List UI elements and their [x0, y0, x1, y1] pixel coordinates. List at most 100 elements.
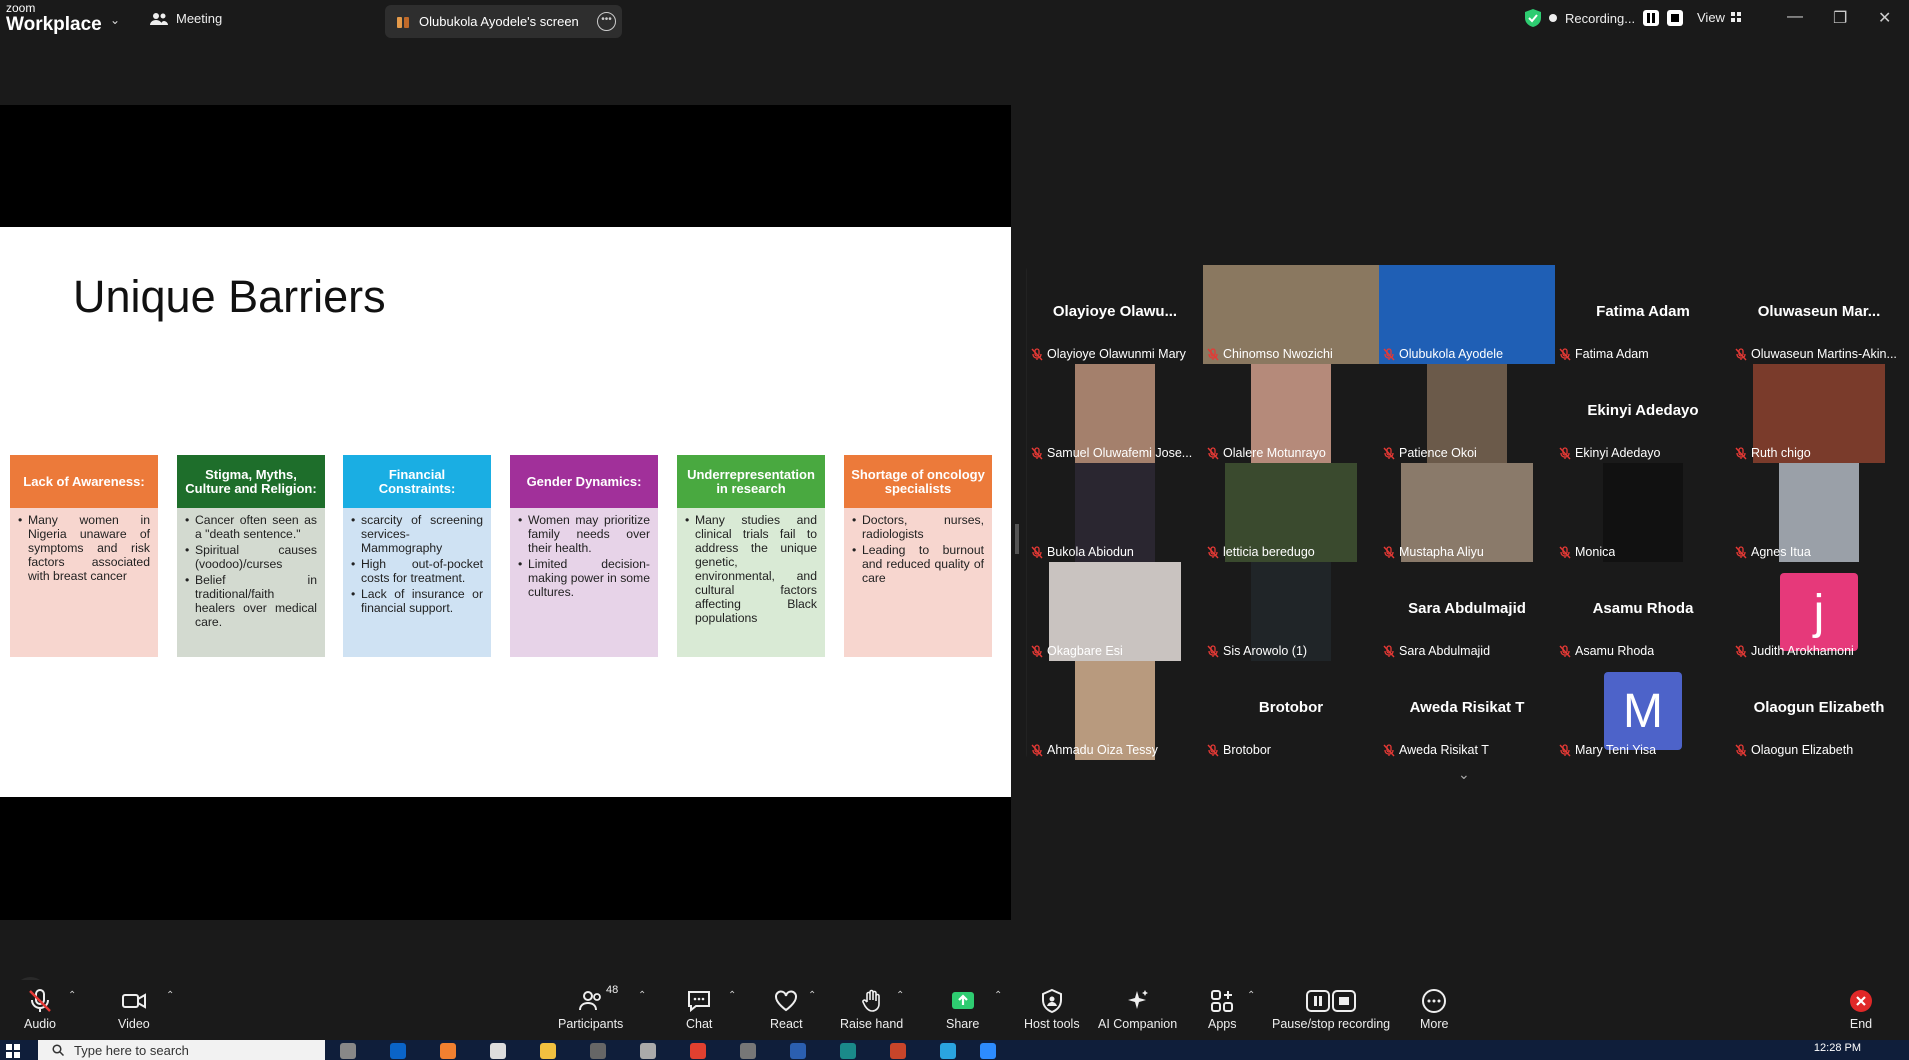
participant-name: Oluwaseun Martins-Akin...	[1751, 347, 1897, 361]
outlook-icon[interactable]	[390, 1043, 406, 1059]
participant-display-name: Brotobor	[1258, 699, 1324, 716]
participant-name-tag: Olaogun Elizabeth	[1735, 743, 1853, 757]
participant-tile[interactable]: Sis Arowolo (1)	[1203, 562, 1379, 661]
zoom-icon[interactable]	[980, 1043, 996, 1059]
microphone-muted-icon	[1207, 446, 1219, 459]
zoom-logo[interactable]: zoom Workplace	[6, 2, 102, 34]
windows-start-icon[interactable]	[6, 1044, 20, 1058]
pause-stop-recording-button[interactable]: Pause/stop recording	[1272, 988, 1390, 1031]
participant-name-tag: Olubukola Ayodele	[1383, 347, 1503, 361]
meeting-label: Meeting	[176, 11, 223, 26]
close-icon[interactable]: ✕	[1878, 8, 1891, 28]
app-icon[interactable]	[840, 1043, 856, 1059]
apps-caret-icon[interactable]: ⌃	[1247, 990, 1255, 1001]
participant-name: Okagbare Esi	[1047, 644, 1123, 658]
chat-label: Chat	[686, 1017, 713, 1031]
split-divider-handle[interactable]	[1015, 524, 1019, 554]
participant-tile[interactable]: Brotobor Brotobor	[1203, 661, 1379, 760]
participant-tile[interactable]: j Judith Arokhamoni	[1731, 562, 1907, 661]
participant-tile[interactable]: Aweda Risikat T Aweda Risikat T	[1379, 661, 1555, 760]
participant-name: Asamu Rhoda	[1575, 644, 1655, 658]
microphone-muted-icon	[1735, 347, 1747, 360]
audio-button[interactable]: Audio	[24, 988, 56, 1031]
participant-name-tag: Samuel Oluwafemi Jose...	[1031, 446, 1192, 460]
edge-icon[interactable]	[940, 1043, 956, 1059]
participant-name-tag: Olayioye Olawunmi Mary	[1031, 347, 1186, 361]
participant-tile[interactable]: letticia beredugo	[1203, 463, 1379, 562]
meeting-info-button[interactable]: Meeting	[150, 11, 222, 26]
powerpoint-icon[interactable]	[890, 1043, 906, 1059]
participant-tile[interactable]: Olubukola Ayodele	[1379, 265, 1555, 364]
restore-icon[interactable]: ❐	[1833, 8, 1847, 28]
app-icon[interactable]	[740, 1043, 756, 1059]
participant-tile[interactable]: Olalere Motunrayo	[1203, 364, 1379, 463]
apps-button[interactable]: Apps	[1208, 988, 1237, 1031]
participant-tile[interactable]: Monica	[1555, 463, 1731, 562]
participant-tile[interactable]: Okagbare Esi	[1027, 562, 1203, 661]
participant-tile[interactable]: Olayioye Olawu... Olayioye Olawunmi Mary	[1027, 265, 1203, 364]
participants-caret-icon[interactable]: ⌃	[638, 990, 646, 1001]
participant-tile[interactable]: Samuel Oluwafemi Jose...	[1027, 364, 1203, 463]
video-button[interactable]: Video	[118, 988, 150, 1031]
more-options-icon[interactable]: •••	[597, 12, 616, 31]
participant-name-tag: Agnes Itua	[1735, 545, 1811, 559]
share-caret-icon[interactable]: ⌃	[994, 990, 1002, 1001]
participant-tile[interactable]: Ahmadu Oiza Tessy	[1027, 661, 1203, 760]
participant-tile[interactable]: Fatima Adam Fatima Adam	[1555, 265, 1731, 364]
barrier-points: Many studies and clinical trials fail to…	[685, 513, 817, 625]
recording-dot-icon	[1549, 14, 1557, 22]
chrome-icon[interactable]	[690, 1043, 706, 1059]
shared-screen-pill[interactable]: Olubukola Ayodele's screen •••	[385, 5, 622, 38]
video-options-caret-icon[interactable]: ⌃	[166, 990, 174, 1001]
pause-recording-icon[interactable]	[1643, 10, 1660, 26]
taskbar-search[interactable]: Type here to search	[38, 1040, 325, 1060]
stop-recording-icon[interactable]	[1667, 10, 1684, 26]
grid-icon	[1730, 12, 1741, 22]
minimize-icon[interactable]: —	[1787, 8, 1803, 26]
word-icon[interactable]	[790, 1043, 806, 1059]
participant-name: Agnes Itua	[1751, 545, 1811, 559]
participant-tile[interactable]: Ekinyi Adedayo Ekinyi Adedayo	[1555, 364, 1731, 463]
chat-button[interactable]: Chat	[686, 988, 712, 1031]
participant-name-tag: Patience Okoi	[1383, 446, 1477, 460]
host-tools-button[interactable]: Host tools	[1024, 988, 1080, 1031]
file-icon[interactable]	[490, 1043, 506, 1059]
participant-tile[interactable]: Chinomso Nwozichi	[1203, 265, 1379, 364]
app-icon[interactable]	[640, 1043, 656, 1059]
app-icon[interactable]	[590, 1043, 606, 1059]
participant-tile[interactable]: Bukola Abiodun	[1027, 463, 1203, 562]
participant-tile[interactable]: Mustapha Aliyu	[1379, 463, 1555, 562]
participant-tile[interactable]: Oluwaseun Mar... Oluwaseun Martins-Akin..…	[1731, 265, 1907, 364]
participant-tile[interactable]: Sara Abdulmajid Sara Abdulmajid	[1379, 562, 1555, 661]
participant-name: Ekinyi Adedayo	[1575, 446, 1661, 460]
participant-tile[interactable]: Ruth chigo	[1731, 364, 1907, 463]
microphone-muted-icon	[1383, 347, 1395, 360]
participant-name-tag: Oluwaseun Martins-Akin...	[1735, 347, 1897, 361]
microphone-muted-icon	[1207, 347, 1219, 360]
raise-hand-caret-icon[interactable]: ⌃	[896, 990, 904, 1001]
end-meeting-button[interactable]: End	[1848, 988, 1874, 1031]
microphone-muted-icon	[1031, 446, 1043, 459]
chevron-down-icon[interactable]: ⌄	[1458, 766, 1470, 783]
ai-companion-button[interactable]: AI Companion	[1098, 988, 1177, 1031]
firefox-icon[interactable]	[440, 1043, 456, 1059]
participant-tile[interactable]: Patience Okoi	[1379, 364, 1555, 463]
participant-tile[interactable]: Agnes Itua	[1731, 463, 1907, 562]
participant-tile[interactable]: Asamu Rhoda Asamu Rhoda	[1555, 562, 1731, 661]
react-button[interactable]: React	[770, 988, 803, 1031]
participant-tile[interactable]: M Mary Teni Yisa	[1555, 661, 1731, 760]
participant-tile[interactable]: Olaogun Elizabeth Olaogun Elizabeth	[1731, 661, 1907, 760]
participant-name: Sara Abdulmajid	[1399, 644, 1491, 658]
share-button[interactable]: Share	[946, 988, 979, 1031]
chat-caret-icon[interactable]: ⌃	[728, 990, 736, 1001]
participant-name-tag: Bukola Abiodun	[1031, 545, 1134, 559]
view-button[interactable]: View	[1697, 10, 1742, 25]
more-button[interactable]: More	[1420, 988, 1448, 1031]
chevron-down-icon[interactable]: ⌄	[110, 13, 120, 27]
react-caret-icon[interactable]: ⌃	[808, 990, 816, 1001]
raise-hand-button[interactable]: Raise hand	[840, 988, 903, 1031]
audio-options-caret-icon[interactable]: ⌃	[68, 990, 76, 1001]
participant-display-name: Oluwaseun Mar...	[1757, 303, 1881, 320]
task-view-icon[interactable]	[340, 1043, 356, 1059]
explorer-icon[interactable]	[540, 1043, 556, 1059]
